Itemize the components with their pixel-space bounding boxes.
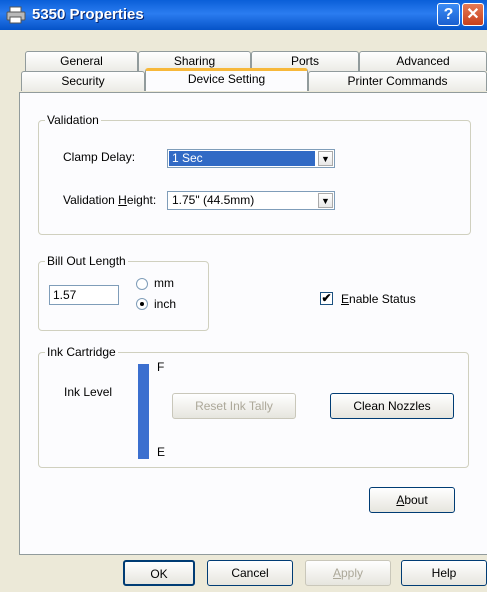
chevron-down-icon[interactable]: ▼ (318, 151, 333, 166)
ink-level-bar (138, 364, 149, 459)
cancel-button[interactable]: Cancel (207, 560, 293, 586)
reset-ink-tally-button[interactable]: Reset Ink Tally (172, 393, 296, 419)
title-bar[interactable]: 5350 Properties ? ✕ (0, 0, 487, 30)
clamp-delay-value: 1 Sec (169, 151, 315, 166)
help-button[interactable]: Help (401, 560, 487, 586)
tab-printer-commands[interactable]: Printer Commands (308, 71, 487, 91)
ink-cartridge-label: Ink Cartridge (45, 345, 118, 359)
tab-advanced[interactable]: Advanced (359, 51, 487, 71)
clean-nozzles-button[interactable]: Clean Nozzles (330, 393, 454, 419)
printer-icon (6, 6, 26, 24)
bill-out-length-label: Bill Out Length (45, 254, 128, 268)
apply-button[interactable]: Apply (305, 560, 391, 586)
about-button[interactable]: About (369, 487, 455, 513)
ok-button[interactable]: OK (123, 560, 195, 586)
bill-out-length-input[interactable]: 1.57 (49, 285, 119, 305)
ink-level-bar-track (138, 364, 149, 459)
help-title-button[interactable]: ? (437, 3, 460, 26)
properties-window: 5350 Properties ? ✕ General Sharing Port… (0, 0, 487, 592)
tab-device-setting[interactable]: Device Setting (145, 68, 308, 91)
unit-inch-radio[interactable] (136, 298, 148, 310)
tab-general[interactable]: General (25, 51, 138, 71)
ink-level-label: Ink Level (64, 385, 113, 399)
device-setting-panel: Validation Clamp Delay: 1 Sec ▼ Validati… (19, 92, 487, 555)
bill-out-length-group: Bill Out Length 1.57 mm inch (38, 254, 209, 331)
tab-security[interactable]: Security (21, 71, 145, 91)
chevron-down-icon[interactable]: ▼ (318, 193, 333, 208)
clamp-delay-label: Clamp Delay: (63, 150, 136, 164)
ink-cartridge-group: Ink Cartridge Ink Level F E Reset Ink Ta… (38, 345, 469, 468)
window-title: 5350 Properties (32, 6, 144, 23)
unit-inch-label: inch (154, 297, 177, 311)
ink-empty-marker: E (157, 445, 166, 459)
ink-full-marker: F (157, 360, 165, 374)
enable-status-label: Enable Status (341, 292, 416, 306)
clamp-delay-select[interactable]: 1 Sec ▼ (167, 149, 335, 168)
enable-status-checkbox[interactable]: ✔ (320, 292, 333, 305)
unit-mm-radio[interactable] (136, 278, 148, 290)
close-button[interactable]: ✕ (462, 3, 484, 26)
validation-group-label: Validation (45, 113, 101, 127)
validation-group: Validation Clamp Delay: 1 Sec ▼ Validati… (38, 113, 471, 235)
unit-mm-label: mm (154, 276, 174, 290)
validation-height-value: 1.75" (44.5mm) (172, 193, 255, 207)
validation-height-select[interactable]: 1.75" (44.5mm) ▼ (167, 191, 335, 210)
validation-height-label: Validation Height: (63, 193, 157, 207)
